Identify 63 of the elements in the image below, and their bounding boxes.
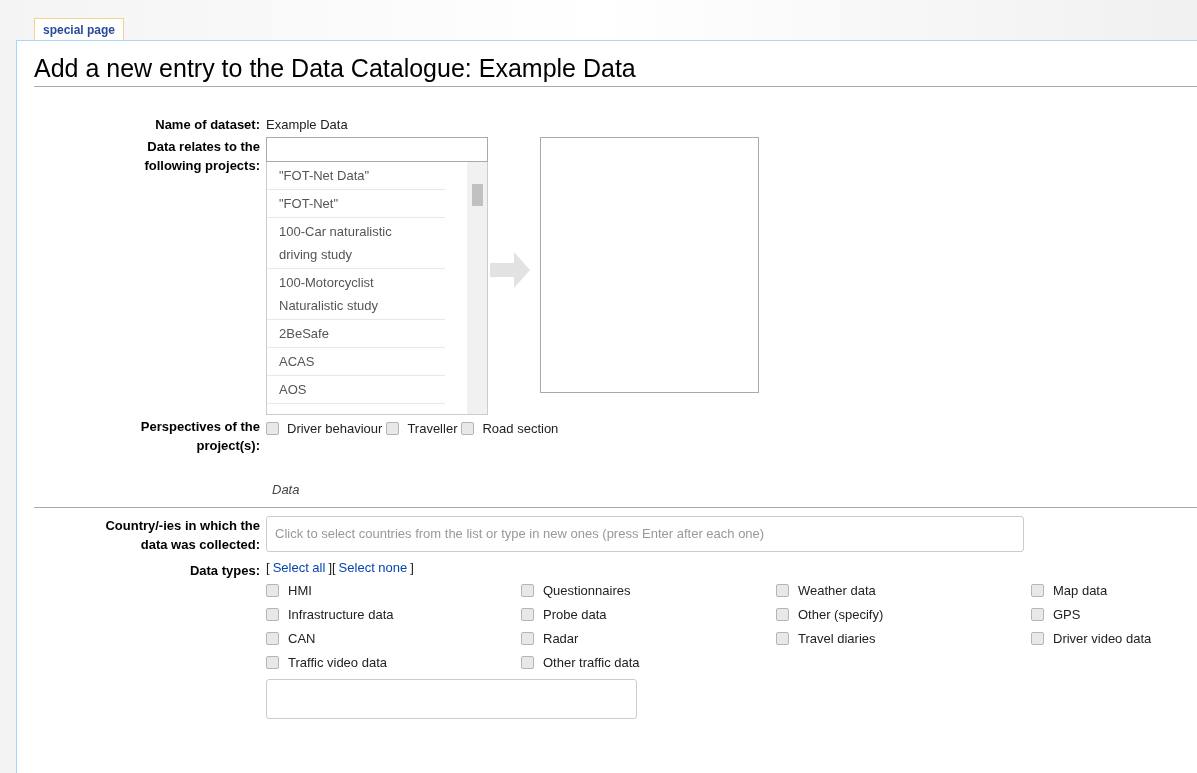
bracket: ][	[328, 559, 336, 575]
checkbox[interactable]	[386, 421, 400, 435]
field-label: Perspectives of the project(s):	[139, 417, 260, 455]
checkbox[interactable]	[521, 656, 534, 669]
countries-field[interactable]: Click to select countries from the list or type in new ones (press Enter after each one)	[266, 515, 1024, 552]
field-label: Name of dataset:	[155, 116, 260, 134]
field-label: Country/-ies in which the data was collected:	[104, 516, 260, 554]
checkbox[interactable]	[266, 632, 279, 645]
checkbox[interactable]	[776, 608, 789, 621]
checkbox[interactable]	[266, 608, 279, 621]
project-option[interactable]: AOS	[267, 375, 445, 404]
dataset-name: Example Data	[266, 116, 348, 134]
scrollbar-thumb[interactable]	[472, 183, 483, 206]
project-option[interactable]: "FOT-Net"	[267, 189, 445, 218]
section-heading: Data	[272, 481, 300, 497]
checkbox[interactable]	[266, 656, 279, 669]
special-page-tab[interactable]: special page	[34, 18, 125, 40]
checkbox-label: Other traffic data	[543, 653, 640, 672]
checkbox-label: Infrastructure data	[288, 605, 394, 624]
checkbox[interactable]	[1031, 608, 1044, 621]
project-search-field[interactable]	[266, 136, 488, 162]
checkbox-label: Traveller	[407, 419, 458, 438]
checkbox-label: Driver video data	[1053, 629, 1152, 648]
checkbox-label: CAN	[288, 629, 316, 648]
checkbox-label: Travel diaries	[798, 629, 876, 648]
checkbox-label: Driver behaviour	[287, 419, 383, 438]
checkbox-label: Radar	[543, 629, 579, 648]
select-link[interactable]: Select all	[272, 559, 326, 575]
checkbox-label: Road section	[482, 419, 559, 438]
scrollbar[interactable]	[467, 161, 487, 414]
checkbox[interactable]	[1031, 632, 1044, 645]
page-title: Add a new entry to the Data Catalogue: Example Data	[34, 51, 1197, 87]
field-label: Data relates to the following projects:	[143, 137, 260, 175]
other-specify-field[interactable]	[266, 678, 637, 719]
checkbox-label: Probe data	[543, 605, 607, 624]
project-option[interactable]: ACAS	[267, 347, 445, 376]
checkbox-label: GPS	[1053, 605, 1081, 624]
checkbox-label: Weather data	[798, 581, 876, 600]
checkbox[interactable]	[521, 608, 534, 621]
checkbox-label: HMI	[288, 581, 312, 600]
field-label: Data types:	[189, 561, 260, 580]
checkbox[interactable]	[776, 584, 789, 597]
arrow-right-icon[interactable]	[490, 251, 530, 288]
project-option[interactable]: "FOT-Net Data"	[267, 161, 445, 190]
selected-projects-box[interactable]	[540, 136, 759, 393]
checkbox[interactable]	[1031, 584, 1044, 597]
checkbox[interactable]	[461, 421, 475, 435]
checkbox[interactable]	[266, 421, 279, 435]
checkbox-label: Traffic video data	[288, 653, 387, 672]
checkbox[interactable]	[521, 632, 534, 645]
bracket: [	[266, 559, 270, 575]
project-listbox[interactable]: "FOT-Net Data" "FOT-Net" 100-Car naturalistic driving study 100-Motorcyclist Naturalistic study 2BeSafe ACAS AOS	[266, 161, 488, 415]
checkbox-label: Other (specify)	[798, 605, 884, 624]
checkbox-label: Map data	[1053, 581, 1108, 600]
checkbox[interactable]	[776, 632, 789, 645]
project-option[interactable]: 100-Motorcyclist Naturalistic study	[267, 268, 445, 320]
checkbox[interactable]	[521, 584, 534, 597]
project-option[interactable]: 2BeSafe	[267, 319, 445, 348]
bracket: ]	[410, 559, 414, 575]
select-link[interactable]: Select none	[338, 559, 408, 575]
project-option[interactable]: 100-Car naturalistic driving study	[267, 217, 445, 269]
checkbox[interactable]	[266, 584, 279, 597]
checkbox-label: Questionnaires	[543, 581, 631, 600]
